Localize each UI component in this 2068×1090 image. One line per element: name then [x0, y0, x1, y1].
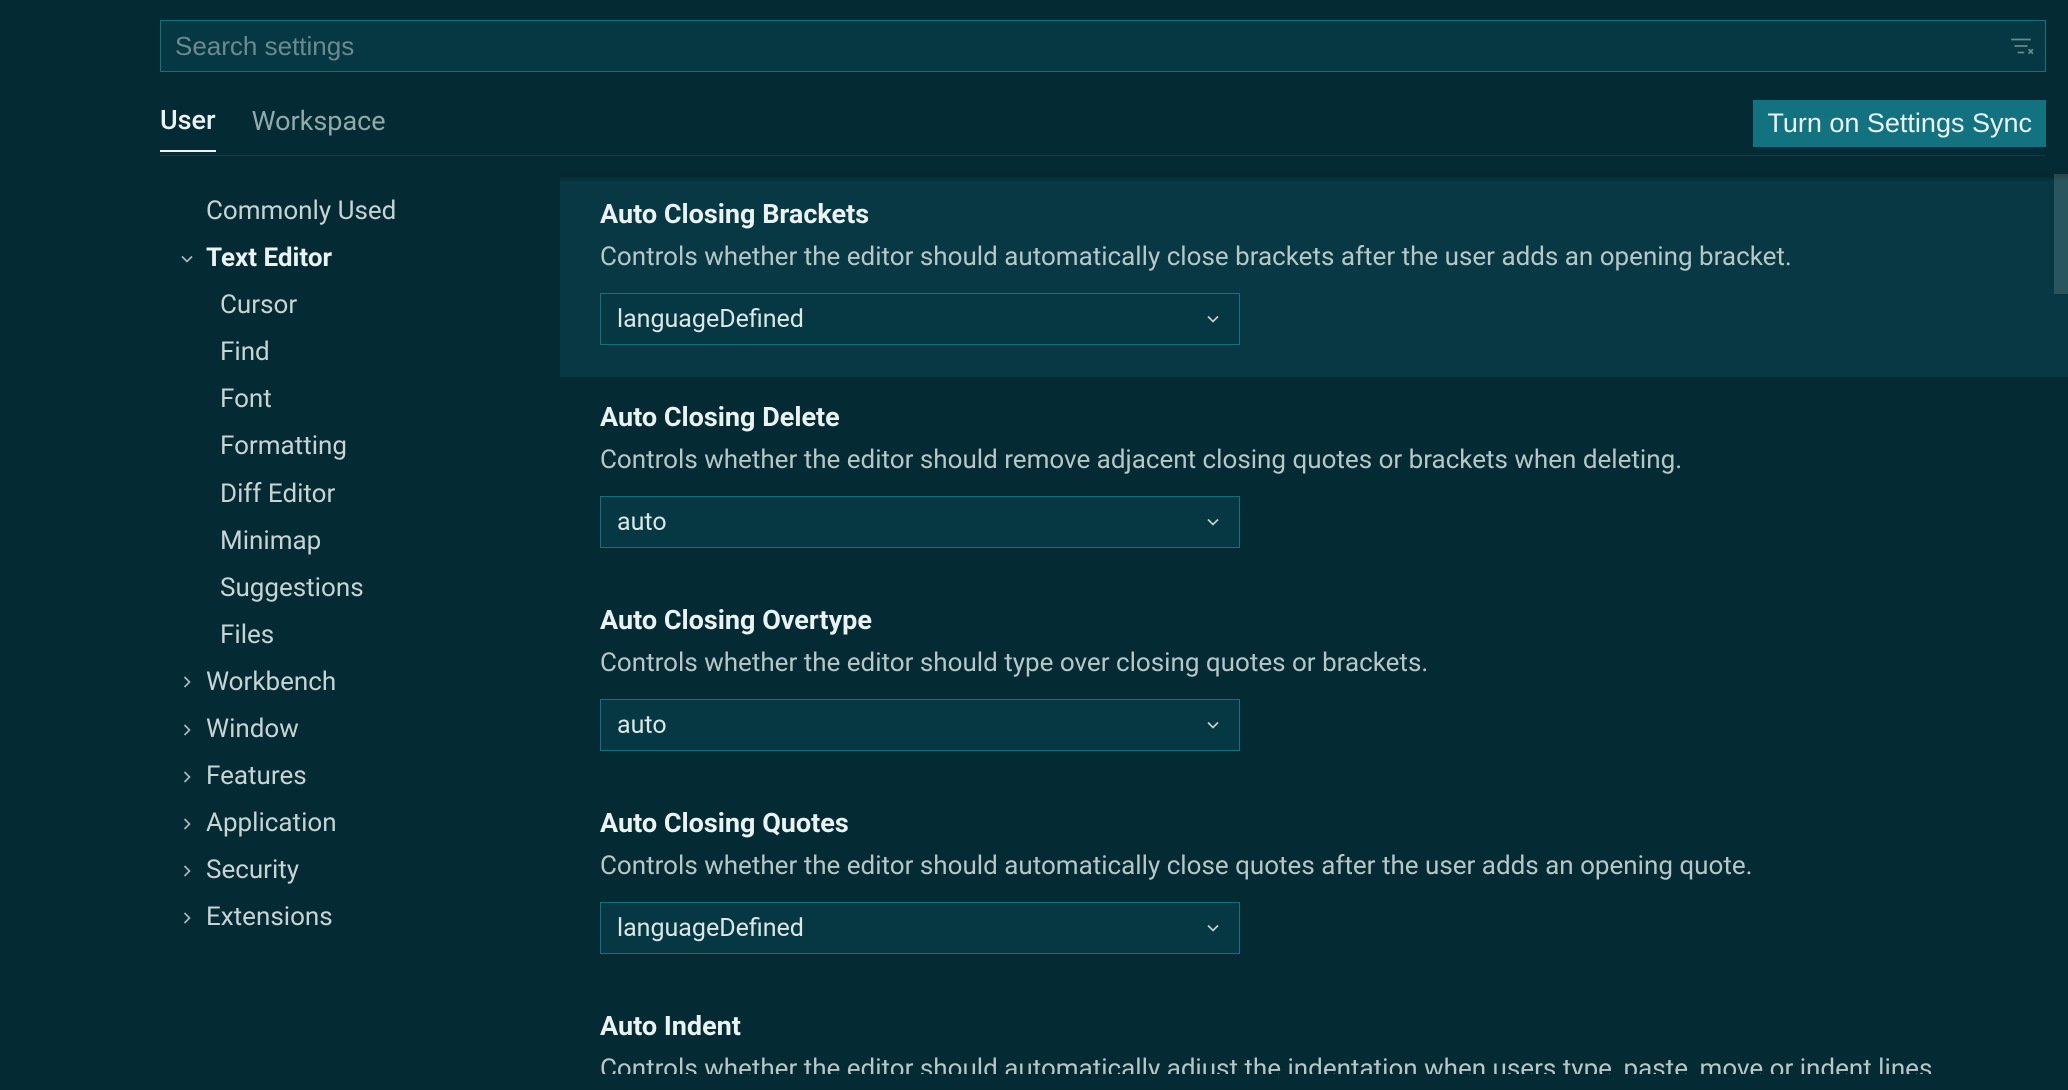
- settings-list[interactable]: Auto Closing Brackets Controls whether t…: [560, 174, 2068, 1074]
- tree-label: Workbench: [206, 665, 336, 700]
- tree-label: Suggestions: [220, 571, 364, 606]
- tree-label: Files: [220, 618, 274, 653]
- chevron-right-icon: [168, 767, 206, 787]
- tree-item-features[interactable]: Features: [160, 753, 560, 800]
- chevron-down-icon: [168, 249, 206, 269]
- tree-label: Find: [220, 335, 270, 370]
- setting-description: Controls whether the editor should autom…: [600, 240, 2028, 275]
- tab-label: User: [160, 104, 216, 136]
- chevron-right-icon: [168, 720, 206, 740]
- select-auto-closing-quotes[interactable]: languageDefined: [600, 902, 1240, 954]
- tree-item-window[interactable]: Window: [160, 706, 560, 753]
- tree-item-text-editor[interactable]: Text Editor: [160, 235, 560, 282]
- tree-item-diff-editor[interactable]: Diff Editor: [160, 471, 560, 518]
- tree-item-formatting[interactable]: Formatting: [160, 423, 560, 470]
- tree-label: Extensions: [206, 900, 333, 935]
- chevron-right-icon: [168, 814, 206, 834]
- chevron-down-icon: [1203, 715, 1223, 735]
- button-label: Turn on Settings Sync: [1767, 108, 2032, 138]
- select-auto-closing-overtype[interactable]: auto: [600, 699, 1240, 751]
- tree-item-security[interactable]: Security: [160, 847, 560, 894]
- setting-title: Auto Indent: [600, 1010, 2028, 1042]
- tabs-row: User Workspace Turn on Settings Sync: [160, 100, 2046, 156]
- setting-auto-indent: Auto Indent Controls whether the editor …: [560, 986, 2068, 1074]
- select-value: auto: [617, 711, 667, 740]
- search-input[interactable]: [160, 20, 2046, 72]
- setting-title: Auto Closing Delete: [600, 401, 2028, 433]
- tree-label: Cursor: [220, 288, 297, 323]
- tree-label: Formatting: [220, 429, 347, 464]
- tree-item-workbench[interactable]: Workbench: [160, 659, 560, 706]
- chevron-down-icon: [1203, 512, 1223, 532]
- search-bar: [160, 20, 2046, 72]
- tree-item-commonly-used[interactable]: Commonly Used: [160, 188, 560, 235]
- setting-description: Controls whether the editor should type …: [600, 646, 2028, 681]
- scroll-shadow: [560, 174, 2068, 182]
- tree-item-suggestions[interactable]: Suggestions: [160, 565, 560, 612]
- tree-item-files[interactable]: Files: [160, 612, 560, 659]
- settings-body: Commonly Used Text Editor Cursor Find Fo…: [160, 174, 2068, 1074]
- tree-label: Minimap: [220, 524, 321, 559]
- settings-sync-button[interactable]: Turn on Settings Sync: [1753, 100, 2046, 147]
- tab-workspace[interactable]: Workspace: [252, 105, 386, 151]
- setting-title: Auto Closing Brackets: [600, 198, 2028, 230]
- chevron-right-icon: [168, 861, 206, 881]
- select-auto-closing-brackets[interactable]: languageDefined: [600, 293, 1240, 345]
- tree-label: Security: [206, 853, 299, 888]
- filter-icon[interactable]: [2008, 33, 2034, 59]
- setting-description: Controls whether the editor should autom…: [600, 1052, 2028, 1074]
- select-value: languageDefined: [617, 914, 804, 943]
- chevron-down-icon: [1203, 918, 1223, 938]
- chevron-right-icon: [168, 672, 206, 692]
- setting-title: Auto Closing Overtype: [600, 604, 2028, 636]
- tree-label: Features: [206, 759, 307, 794]
- setting-auto-closing-quotes: Auto Closing Quotes Controls whether the…: [560, 783, 2068, 986]
- tree-item-cursor[interactable]: Cursor: [160, 282, 560, 329]
- tree-item-find[interactable]: Find: [160, 329, 560, 376]
- tree-label: Commonly Used: [206, 194, 396, 229]
- tree-label: Window: [206, 712, 299, 747]
- tab-user[interactable]: User: [160, 104, 216, 152]
- tree-item-application[interactable]: Application: [160, 800, 560, 847]
- tree-label: Diff Editor: [220, 477, 335, 512]
- tree-item-minimap[interactable]: Minimap: [160, 518, 560, 565]
- settings-editor: User Workspace Turn on Settings Sync Com…: [0, 0, 2068, 1090]
- setting-auto-closing-delete: Auto Closing Delete Controls whether the…: [560, 377, 2068, 580]
- select-value: auto: [617, 508, 667, 537]
- chevron-right-icon: [168, 908, 206, 928]
- chevron-down-icon: [1203, 309, 1223, 329]
- select-auto-closing-delete[interactable]: auto: [600, 496, 1240, 548]
- settings-tree: Commonly Used Text Editor Cursor Find Fo…: [160, 174, 560, 1074]
- tab-label: Workspace: [252, 105, 386, 137]
- setting-description: Controls whether the editor should remov…: [600, 443, 2028, 478]
- setting-auto-closing-brackets: Auto Closing Brackets Controls whether t…: [560, 174, 2068, 377]
- tree-label: Font: [220, 382, 272, 417]
- select-value: languageDefined: [617, 305, 804, 334]
- setting-description: Controls whether the editor should autom…: [600, 849, 2028, 884]
- setting-auto-closing-overtype: Auto Closing Overtype Controls whether t…: [560, 580, 2068, 783]
- tree-item-extensions[interactable]: Extensions: [160, 894, 560, 941]
- tree-label: Text Editor: [206, 241, 332, 276]
- tree-label: Application: [206, 806, 337, 841]
- tree-item-font[interactable]: Font: [160, 376, 560, 423]
- setting-title: Auto Closing Quotes: [600, 807, 2028, 839]
- scrollbar-thumb[interactable]: [2054, 174, 2068, 294]
